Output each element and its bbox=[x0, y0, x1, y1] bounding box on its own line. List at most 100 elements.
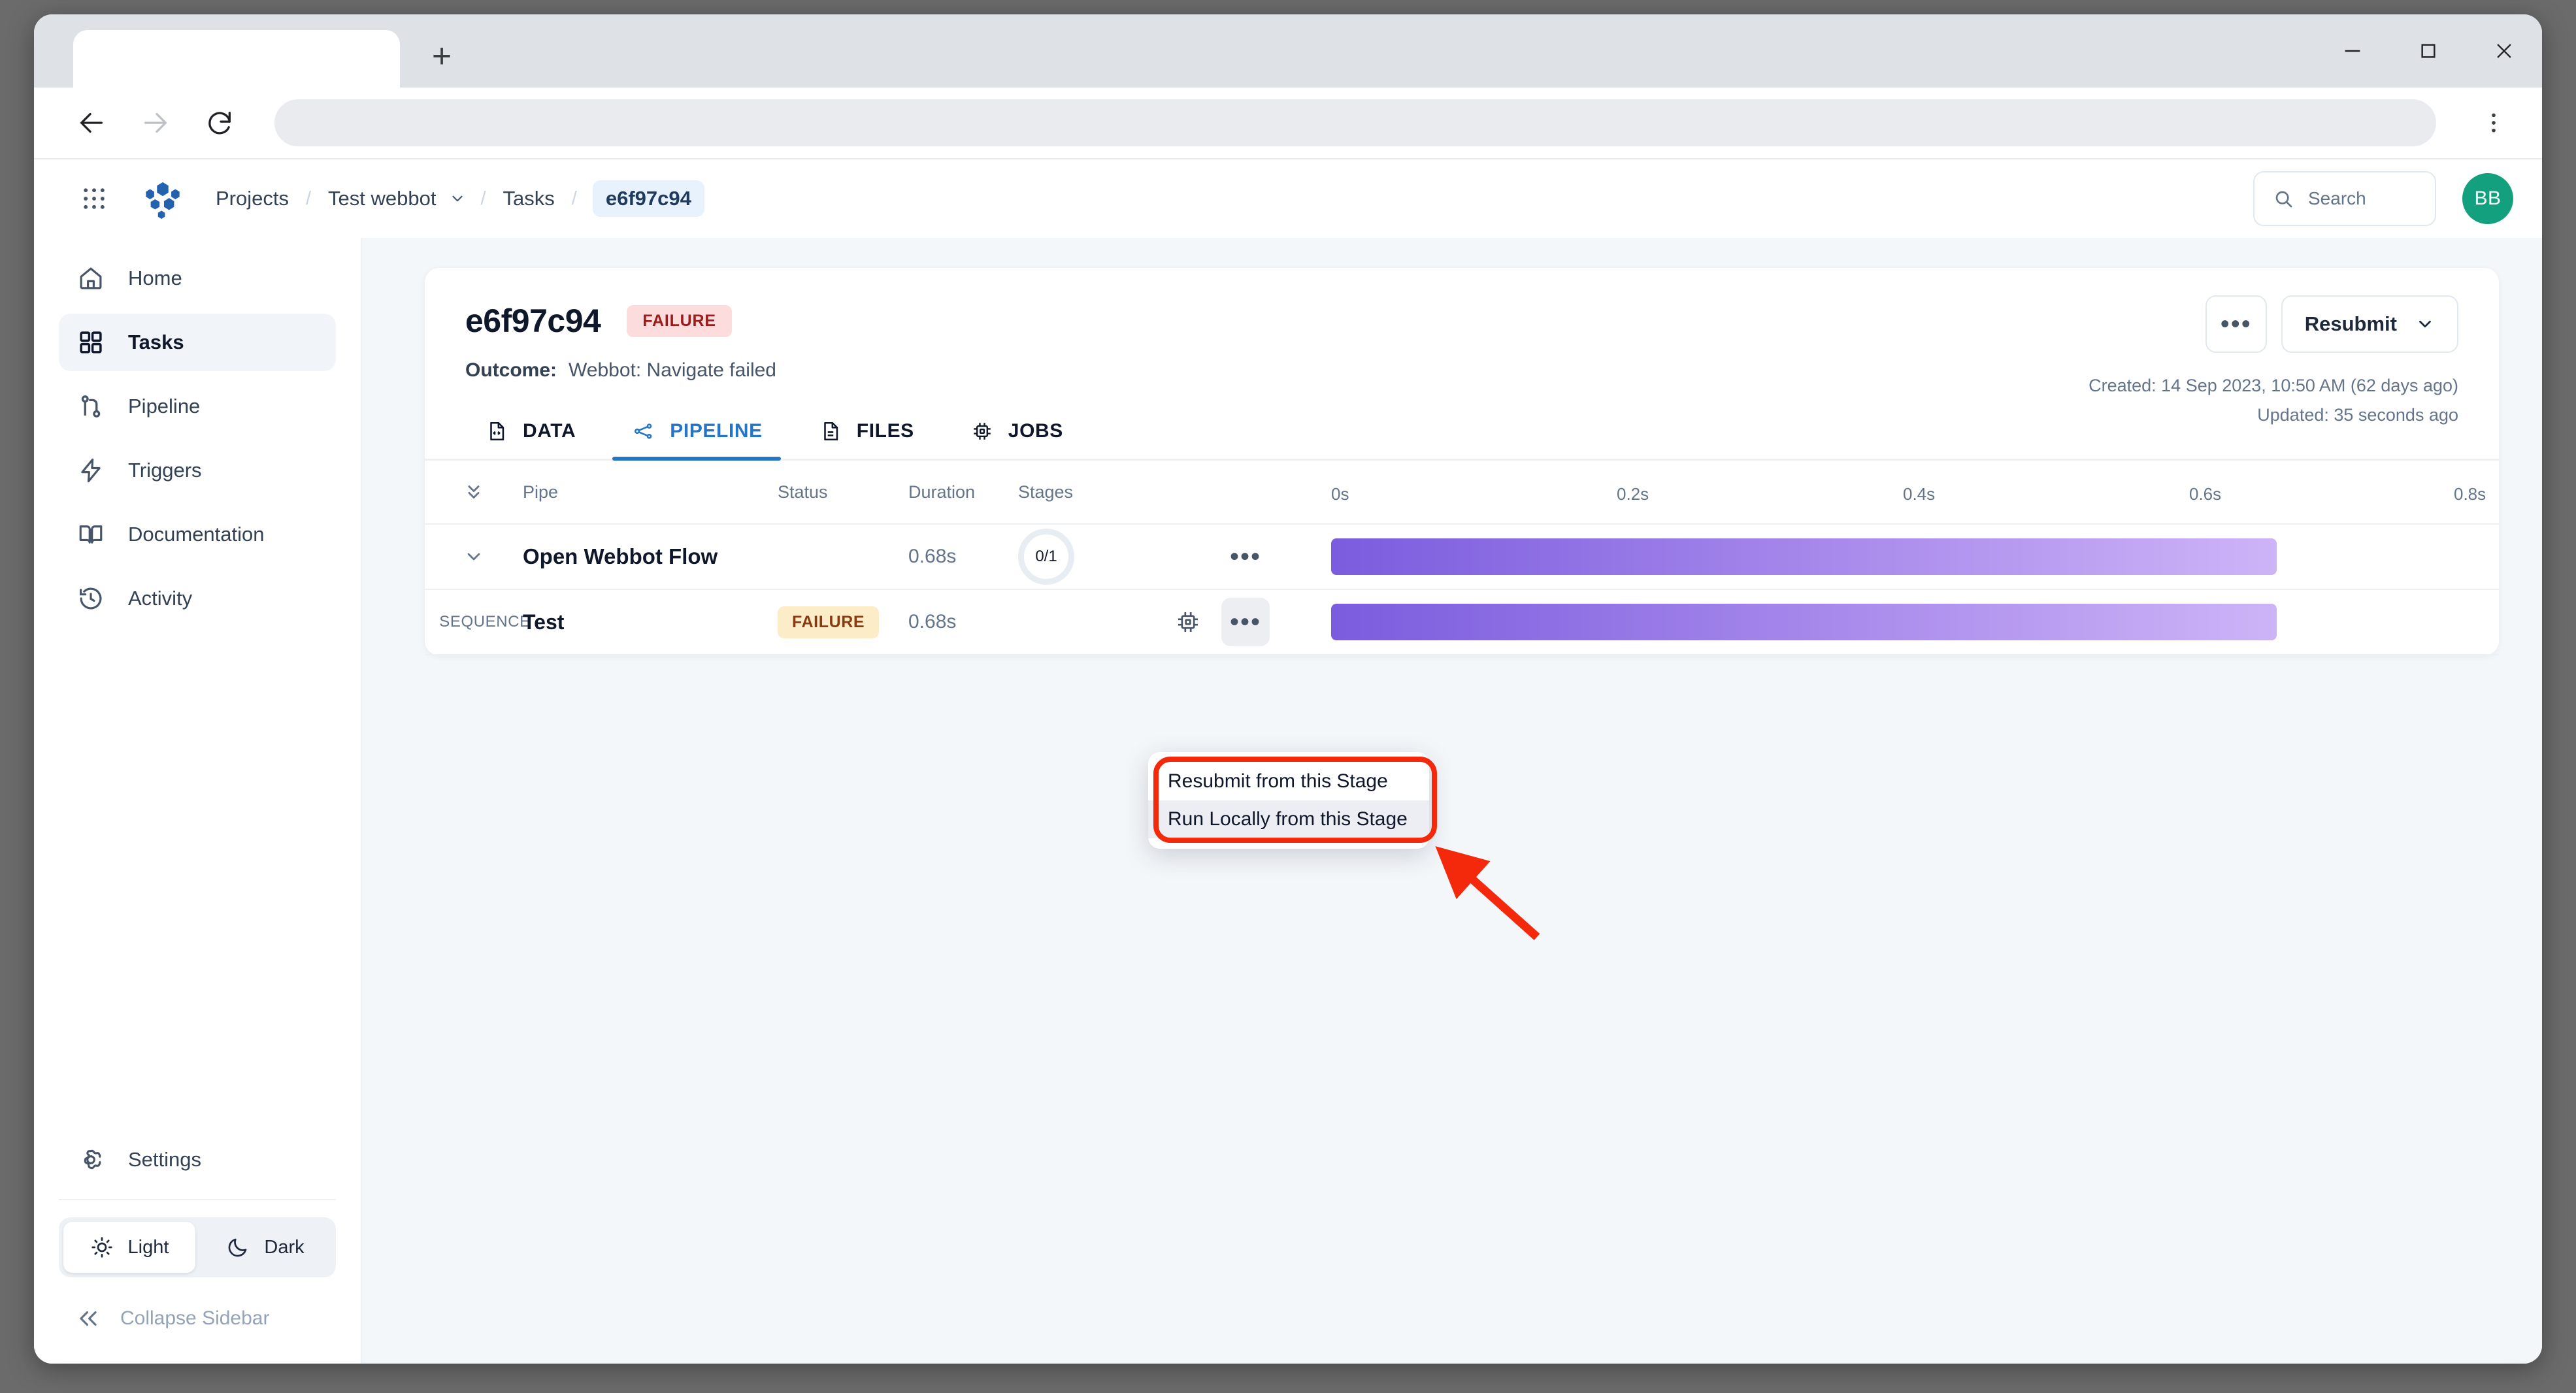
sidebar: Home Tasks Pipeline bbox=[34, 238, 362, 1364]
menu-item-run-locally-from-stage[interactable]: Run Locally from this Stage bbox=[1148, 800, 1429, 838]
row-duration: 0.68s bbox=[908, 546, 1018, 568]
sidebar-divider bbox=[59, 1199, 336, 1200]
row-duration: 0.68s bbox=[908, 611, 1018, 633]
search-input[interactable]: Search bbox=[2253, 171, 2436, 226]
breadcrumb-item-current[interactable]: e6f97c94 bbox=[593, 180, 704, 217]
collapse-sidebar-label: Collapse Sidebar bbox=[120, 1307, 269, 1330]
row-chip-button[interactable] bbox=[1164, 598, 1212, 646]
breadcrumb-item-test-webbot[interactable]: Test webbot bbox=[325, 183, 438, 214]
breadcrumb-item-tasks[interactable]: Tasks bbox=[501, 183, 557, 214]
maximize-icon bbox=[2418, 41, 2439, 61]
row-timeline bbox=[1313, 604, 2499, 640]
sidebar-item-triggers[interactable]: Triggers bbox=[59, 442, 336, 499]
sun-icon bbox=[90, 1236, 114, 1259]
back-button[interactable] bbox=[73, 105, 110, 141]
sidebar-item-label-pipeline: Pipeline bbox=[128, 395, 200, 418]
app-topbar: Projects / Test webbot / Tasks / e6f97c9… bbox=[34, 159, 2542, 238]
avatar-initials: BB bbox=[2474, 188, 2501, 210]
row-kebab-button[interactable]: ••• bbox=[1221, 533, 1270, 581]
breadcrumb-item-projects[interactable]: Projects bbox=[213, 183, 291, 214]
sidebar-item-home[interactable]: Home bbox=[59, 250, 336, 307]
sidebar-item-documentation[interactable]: Documentation bbox=[59, 506, 336, 563]
sidebar-spacer bbox=[59, 634, 336, 1131]
sidebar-item-pipeline[interactable]: Pipeline bbox=[59, 378, 336, 435]
main-content: e6f97c94 FAILURE Outcome: Webbot: Naviga… bbox=[362, 238, 2542, 1364]
address-bar[interactable] bbox=[274, 99, 2436, 146]
theme-option-dark[interactable]: Dark bbox=[199, 1222, 331, 1273]
sidebar-item-label-home: Home bbox=[128, 267, 182, 290]
new-tab-button[interactable]: + bbox=[414, 29, 469, 84]
tab-jobs[interactable]: JOBS bbox=[951, 418, 1082, 459]
annotation-arrow-icon bbox=[1408, 826, 1564, 957]
tab-pipeline[interactable]: PIPELINE bbox=[612, 418, 781, 459]
history-clock-icon bbox=[76, 583, 106, 614]
theme-option-light[interactable]: Light bbox=[63, 1222, 195, 1273]
row-actions: ••• bbox=[1097, 598, 1313, 646]
task-more-button[interactable]: ••• bbox=[2205, 295, 2267, 353]
sidebar-item-tasks[interactable]: Tasks bbox=[59, 314, 336, 371]
avatar[interactable]: BB bbox=[2462, 173, 2513, 224]
gear-icon bbox=[76, 1145, 106, 1175]
column-header-duration: Duration bbox=[908, 482, 1018, 502]
browser-menu-button[interactable] bbox=[2475, 105, 2512, 141]
table-row[interactable]: Open Webbot Flow 0.68s 0/1 bbox=[425, 525, 2499, 590]
tab-files[interactable]: FILES bbox=[799, 418, 933, 459]
resubmit-button[interactable]: Resubmit bbox=[2281, 295, 2458, 353]
app-body: Home Tasks Pipeline bbox=[34, 238, 2542, 1364]
table-row[interactable]: SEQUENCE Test FAILURE 0.68s bbox=[425, 590, 2499, 655]
tab-data[interactable]: DATA bbox=[465, 418, 594, 459]
menu-item-resubmit-from-stage[interactable]: Resubmit from this Stage bbox=[1148, 762, 1429, 800]
sidebar-item-settings[interactable]: Settings bbox=[59, 1131, 336, 1188]
column-header-stages: Stages bbox=[1018, 482, 1097, 502]
breadcrumb-chevron-down-icon[interactable] bbox=[449, 190, 466, 207]
minimize-icon bbox=[2341, 40, 2364, 62]
sidebar-item-label-documentation: Documentation bbox=[128, 523, 265, 546]
minimize-button[interactable] bbox=[2315, 14, 2390, 88]
forward-button[interactable] bbox=[137, 105, 174, 141]
pipeline-table: Pipe Status Duration Stages 0s 0.2s 0.4s bbox=[425, 461, 2499, 655]
application-root: Projects / Test webbot / Tasks / e6f97c9… bbox=[34, 159, 2542, 1364]
kebab-vertical-icon bbox=[2481, 110, 2507, 136]
pipeline-nodes-icon bbox=[631, 418, 657, 444]
open-book-icon bbox=[76, 519, 106, 549]
row-kind: SEQUENCE bbox=[425, 613, 523, 631]
browser-tab[interactable] bbox=[73, 30, 400, 88]
breadcrumb-separator: / bbox=[291, 188, 325, 210]
column-header-status: Status bbox=[778, 482, 908, 502]
collapse-sidebar-button[interactable]: Collapse Sidebar bbox=[59, 1290, 336, 1347]
stage-context-menu: Resubmit from this Stage Run Locally fro… bbox=[1148, 752, 1429, 849]
close-button[interactable] bbox=[2466, 14, 2542, 88]
kebab-horizontal-icon: ••• bbox=[1230, 551, 1261, 562]
task-header-actions: ••• Resubmit bbox=[2205, 295, 2458, 353]
sidebar-item-activity[interactable]: Activity bbox=[59, 570, 336, 627]
theme-option-dark-label: Dark bbox=[264, 1237, 304, 1258]
window-controls bbox=[2315, 14, 2542, 88]
duration-label: 0.68s bbox=[908, 611, 956, 632]
tab-label-jobs: JOBS bbox=[1008, 420, 1063, 442]
row-kebab-button[interactable]: ••• bbox=[1221, 598, 1270, 646]
task-header: e6f97c94 FAILURE Outcome: Webbot: Naviga… bbox=[425, 268, 2499, 404]
chevron-down-icon bbox=[2415, 314, 2435, 334]
code-file-icon bbox=[484, 418, 510, 444]
row-expand-button[interactable] bbox=[425, 546, 523, 567]
task-title-row: e6f97c94 FAILURE bbox=[465, 302, 2458, 340]
pipeline-branch-icon bbox=[76, 391, 106, 421]
menu-item-label: Resubmit from this Stage bbox=[1168, 770, 1388, 793]
collapse-all-button[interactable] bbox=[425, 481, 523, 503]
maximize-button[interactable] bbox=[2390, 14, 2466, 88]
plus-icon: + bbox=[432, 39, 452, 73]
row-stages: 0/1 bbox=[1018, 529, 1097, 585]
search-placeholder: Search bbox=[2308, 188, 2366, 209]
browser-window: + bbox=[34, 14, 2542, 1364]
timeline-tick-0: 0s bbox=[1331, 484, 1349, 504]
browser-toolbar bbox=[34, 88, 2542, 159]
reload-button[interactable] bbox=[201, 105, 238, 141]
created-timestamp: Created: 14 Sep 2023, 10:50 AM (62 days … bbox=[2089, 371, 2458, 401]
apps-grid-icon[interactable] bbox=[77, 182, 111, 216]
back-arrow-icon bbox=[76, 108, 107, 138]
sidebar-item-label-activity: Activity bbox=[128, 587, 192, 610]
search-icon bbox=[2273, 188, 2294, 209]
row-status: FAILURE bbox=[778, 606, 908, 638]
hexagon-cluster-logo[interactable] bbox=[142, 178, 183, 219]
chevron-down-icon bbox=[463, 546, 484, 567]
